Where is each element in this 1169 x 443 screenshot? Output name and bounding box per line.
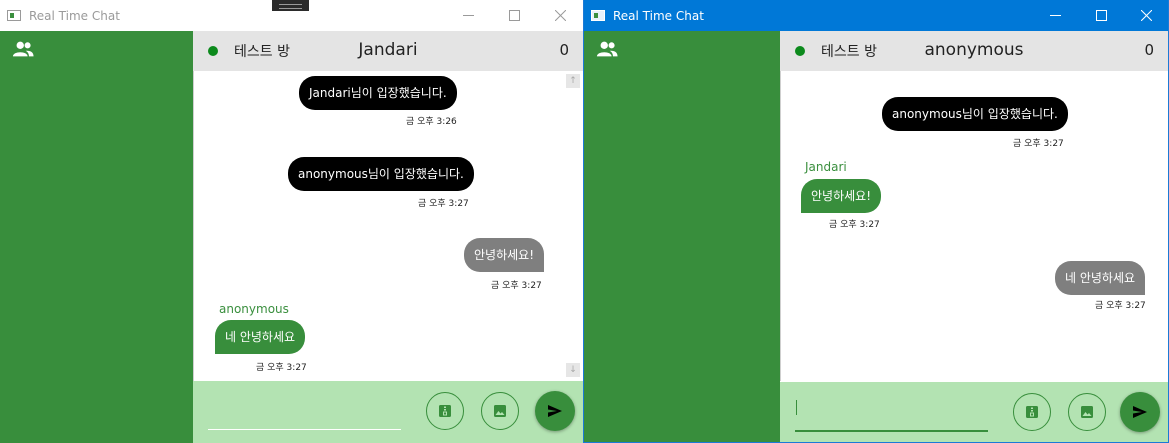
input-bar: [193, 381, 583, 443]
message-time: 금 오후 3:27: [256, 363, 307, 373]
my-message: 네 안녕하세요: [1055, 261, 1146, 295]
user-count: 0: [1144, 41, 1154, 59]
scroll-up-button[interactable]: ↑: [566, 74, 580, 88]
minimize-icon: [462, 15, 474, 16]
send-icon: [548, 405, 562, 417]
users-icon[interactable]: [12, 40, 34, 58]
zip-file-icon: [1026, 406, 1038, 418]
close-icon: [1140, 10, 1152, 21]
message-time: 금 오후 3:27: [418, 199, 469, 209]
image-icon: [494, 405, 506, 417]
my-message: 안녕하세요!: [464, 238, 545, 272]
chat-window-jandari: Real Time Chat 테스트 방 Jandari 0 Jandari님이…: [0, 0, 583, 443]
window-title: Real Time Chat: [29, 8, 120, 23]
image-icon: [1081, 406, 1093, 418]
app-icon: [591, 10, 605, 21]
system-message: anonymous님이 입장했습니다.: [288, 157, 474, 191]
maximize-button[interactable]: [491, 0, 537, 31]
minimize-button[interactable]: [1032, 0, 1078, 31]
maximize-button[interactable]: [1078, 0, 1124, 31]
zip-file-icon: [439, 405, 451, 417]
arrow-down-icon: ↓: [569, 365, 577, 375]
user-count: 0: [559, 41, 569, 59]
chat-main: 테스트 방 Jandari 0 Jandari님이 입장했습니다. 금 오후 3…: [193, 31, 583, 443]
file-button[interactable]: [1013, 393, 1051, 431]
text-caret: [796, 400, 797, 415]
chat-main: 테스트 방 anonymous 0 anonymous님이 입장했습니다. 금 …: [780, 31, 1168, 442]
close-icon: [554, 10, 566, 21]
title-bar[interactable]: Real Time Chat: [584, 0, 1168, 31]
other-message: 안녕하세요!: [801, 179, 882, 213]
file-button[interactable]: [426, 392, 464, 430]
message-time: 금 오후 3:26: [406, 117, 457, 127]
sender-name: Jandari: [805, 160, 847, 174]
other-message: 네 안녕하세요: [215, 320, 306, 354]
message-input[interactable]: [795, 400, 988, 432]
arrow-up-icon: ↑: [569, 76, 577, 86]
message-time: 금 오후 3:27: [1013, 139, 1064, 149]
user-name: anonymous: [924, 40, 1024, 60]
system-message: anonymous님이 입장했습니다.: [882, 97, 1068, 131]
image-button[interactable]: [481, 392, 519, 430]
message-time: 금 오후 3:27: [491, 281, 542, 291]
snap-layout-handle[interactable]: [272, 0, 309, 11]
message-time: 금 오후 3:27: [829, 220, 880, 230]
minimize-icon: [1049, 15, 1061, 16]
app-icon: [7, 10, 21, 21]
send-button[interactable]: [1120, 392, 1160, 432]
message-list[interactable]: anonymous님이 입장했습니다. 금 오후 3:27 Jandari 안녕…: [780, 71, 1168, 381]
chat-window-anonymous: Real Time Chat 테스트 방 anonymous 0 anonymo…: [583, 0, 1169, 443]
chat-header: 테스트 방 Jandari 0: [193, 31, 583, 71]
sidebar: [0, 31, 193, 443]
send-icon: [1133, 406, 1147, 418]
minimize-button[interactable]: [445, 0, 491, 31]
message-input[interactable]: [208, 399, 401, 430]
close-button[interactable]: [537, 0, 583, 31]
message-list[interactable]: Jandari님이 입장했습니다. 금 오후 3:26 anonymous님이 …: [193, 71, 583, 381]
scroll-down-button[interactable]: ↓: [566, 363, 580, 377]
sender-name: anonymous: [219, 302, 289, 316]
image-button[interactable]: [1068, 393, 1106, 431]
maximize-icon: [508, 10, 520, 21]
message-time: 금 오후 3:27: [1095, 301, 1146, 311]
user-name: Jandari: [358, 40, 418, 60]
users-icon[interactable]: [596, 40, 618, 58]
system-message: Jandari님이 입장했습니다.: [299, 76, 457, 110]
chat-header: 테스트 방 anonymous 0: [780, 31, 1168, 71]
send-button[interactable]: [535, 391, 575, 431]
maximize-icon: [1095, 10, 1107, 21]
window-title: Real Time Chat: [613, 8, 704, 23]
input-bar: [780, 382, 1168, 442]
sidebar: [584, 31, 780, 442]
close-button[interactable]: [1123, 0, 1168, 31]
